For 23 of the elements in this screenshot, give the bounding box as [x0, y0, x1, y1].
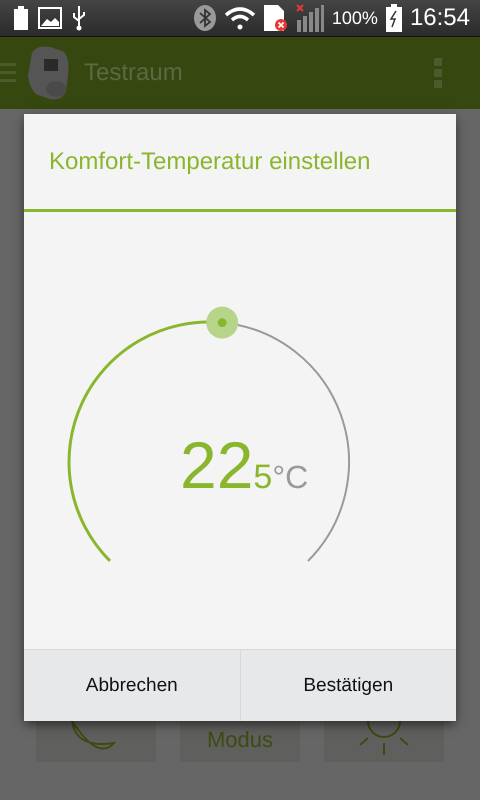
battery-charging-icon: [386, 4, 402, 32]
dial-handle[interactable]: [206, 306, 238, 339]
temperature-unit: °C: [272, 459, 308, 496]
confirm-button[interactable]: Bestätigen: [240, 650, 456, 721]
dialog-title: Komfort-Temperatur einstellen: [48, 146, 372, 176]
menu-icon[interactable]: [0, 61, 16, 85]
mode-tile[interactable]: [324, 721, 444, 762]
temperature-decimal: 5: [253, 458, 272, 497]
signal-icon: [296, 4, 324, 32]
temperature-value: 22: [180, 427, 254, 503]
mode-tile[interactable]: [36, 721, 156, 762]
battery-icon: [14, 6, 28, 30]
tile-label: Modus: [206, 727, 274, 753]
clock: 16:54: [410, 4, 470, 32]
sim-card-error-icon: [264, 5, 288, 31]
usb-icon: [72, 5, 86, 31]
temperature-dial[interactable]: [68, 320, 350, 562]
cancel-button[interactable]: Abbrechen: [24, 650, 240, 721]
overflow-menu-icon[interactable]: [434, 58, 442, 88]
bluetooth-icon: [194, 5, 216, 31]
image-icon: [38, 7, 62, 29]
wifi-icon: [224, 6, 256, 30]
battery-percent: 100%: [332, 8, 378, 28]
